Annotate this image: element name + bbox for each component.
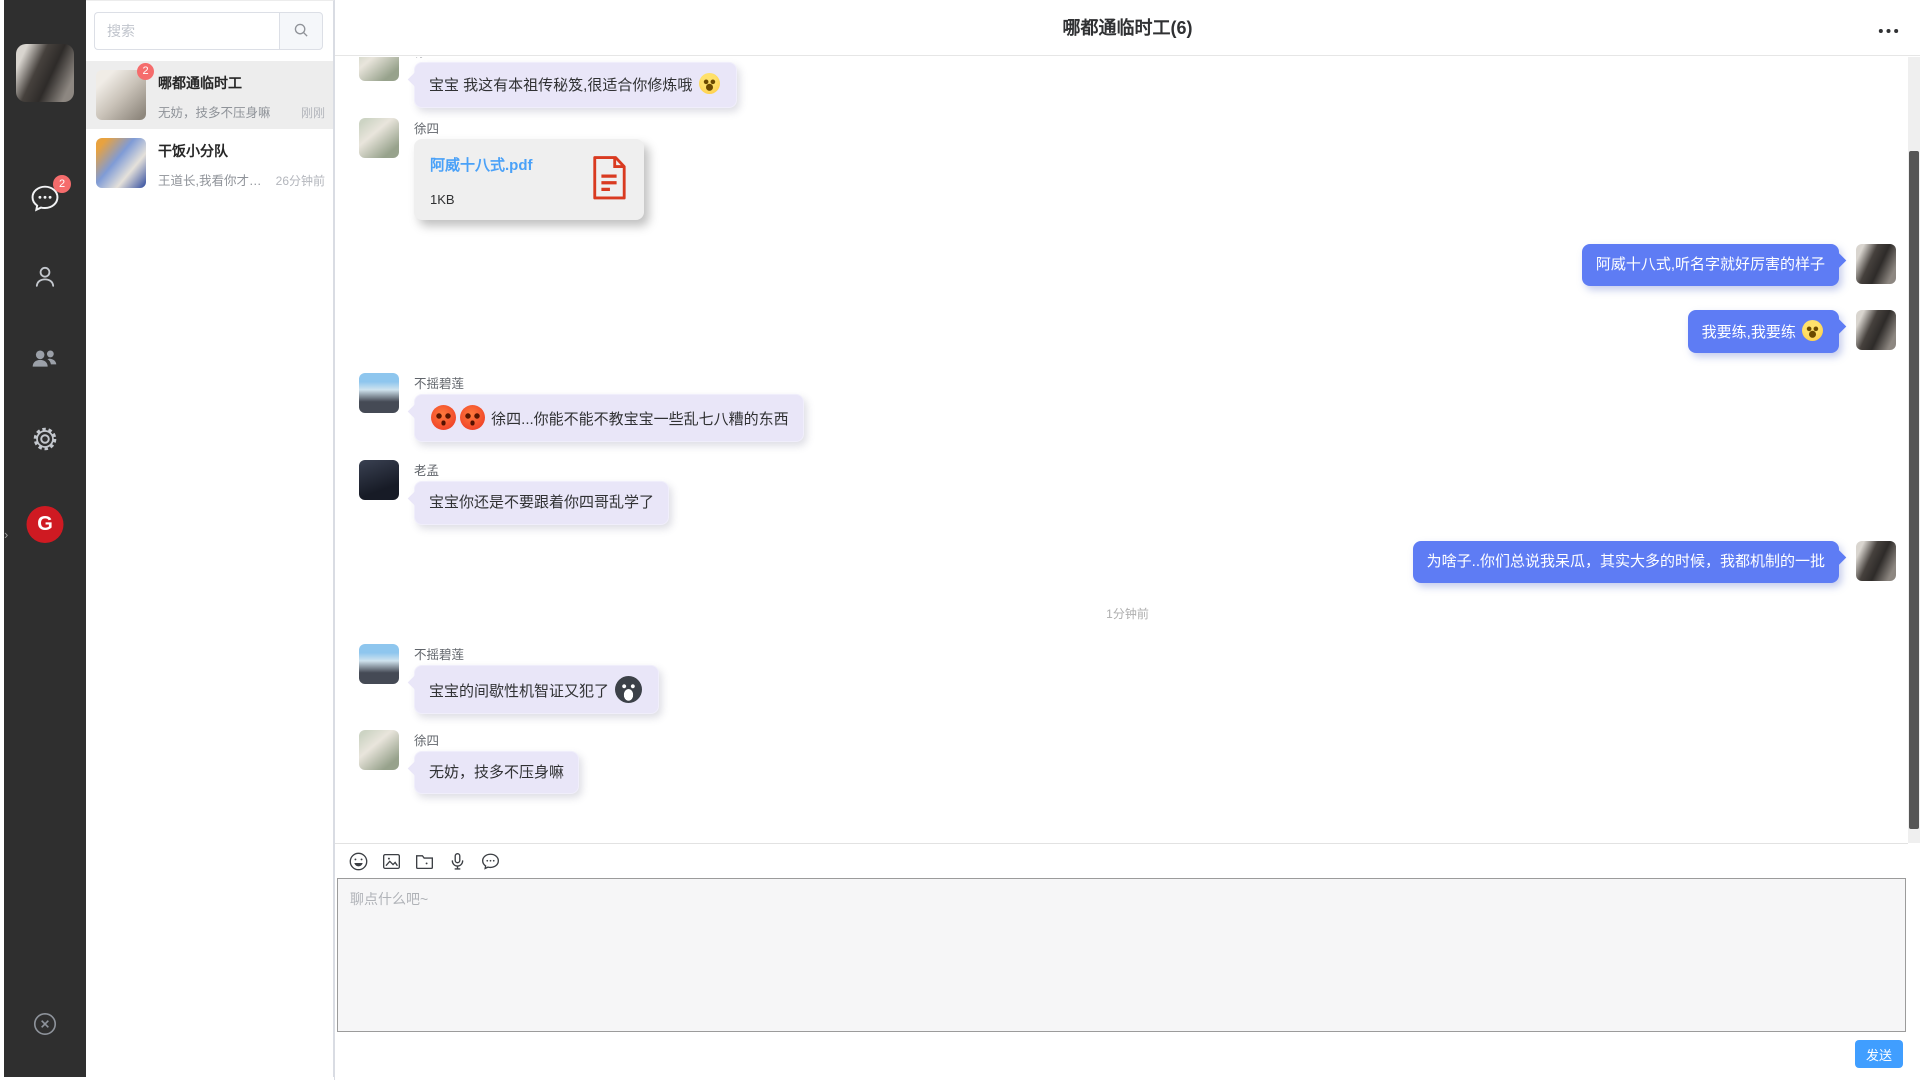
chat-title: 哪都通临时工(6) [335,0,1920,56]
message-bubble: 无妨，技多不压身嘛 [414,751,579,795]
sidebar-item-chat[interactable]: 2 [30,183,60,213]
unread-badge: 2 [137,63,154,80]
contacts-icon [31,279,59,294]
microphone-button[interactable] [447,851,468,872]
gitee-logo-icon[interactable]: G [27,506,64,543]
composer-toolbar [335,843,1908,878]
avatar [359,118,399,158]
more-menu-button[interactable] [1875,25,1902,37]
ellipsis-icon [1877,23,1900,38]
emoji-melt-icon [1802,320,1823,341]
avatar [1856,541,1896,581]
user-avatar[interactable] [16,44,74,102]
logout-close-button[interactable] [31,1010,59,1038]
avatar [359,730,399,770]
avatar [359,57,399,81]
search-button[interactable] [279,12,323,50]
chat-panel: 哪都通临时工(6) 徐四宝宝 我这有本祖传秘笈,很适合你修炼哦 徐四阿威十八式.… [334,0,1920,1080]
emoji-rage-icon [431,405,456,430]
message-bubble: 宝宝 我这有本祖传秘笈,很适合你修炼哦 [414,62,737,108]
pdf-file-icon [590,155,628,206]
send-button[interactable]: 发送 [1855,1040,1903,1068]
chat-item-texts: 干饭小分队王道长,我看你才…26分钟前 [158,138,325,188]
sidebar-item-settings[interactable] [31,425,59,453]
message-author: 徐四 [414,730,579,745]
message-received: 老孟宝宝你还是不要跟着你四哥乱学了 [359,460,1896,525]
file-size: 1KB [430,192,533,207]
message-bubble: 宝宝你还是不要跟着你四哥乱学了 [414,481,669,525]
chat-item-time: 刚刚 [301,104,325,121]
chat-item-list: 2哪都通临时工无妨，技多不压身嘛刚刚干饭小分队王道长,我看你才…26分钟前 [86,61,333,197]
settings-icon [31,441,59,456]
emoji-rage-icon [460,405,485,430]
message-input[interactable] [337,878,1906,1032]
send-row: 发送 [335,1032,1920,1080]
sidebar-item-groups[interactable] [30,344,60,372]
message-bubble: 为啥子..你们总说我呆瓜，其实大多的时候，我都机制的一批 [1413,541,1839,583]
chat-list-item[interactable]: 2哪都通临时工无妨，技多不压身嘛刚刚 [86,61,333,129]
message-author: 徐四 [414,118,644,133]
message-bubble: 徐四...你能不能不教宝宝一些乱七八糟的东西 [414,394,804,442]
chat-item-title: 干饭小分队 [158,141,325,161]
chat-header: 哪都通临时工(6) [335,0,1920,56]
search-icon [292,21,310,42]
message-author: 不摇碧莲 [414,373,804,388]
avatar [359,373,399,413]
message-bubble: 阿威十八式,听名字就好厉害的样子 [1582,244,1839,286]
file-attachment-card[interactable]: 阿威十八式.pdf 1KB [414,139,644,220]
collapse-arrow-icon[interactable]: › [4,528,8,541]
message-sent: 阿威十八式,听名字就好厉害的样子 [359,244,1896,286]
avatar [359,460,399,500]
message-file: 徐四阿威十八式.pdf 1KB [359,118,1896,220]
scrollbar-thumb[interactable] [1909,151,1919,829]
avatar [359,644,399,684]
emoji-icon [348,860,369,875]
chat-item-texts: 哪都通临时工无妨，技多不压身嘛刚刚 [158,70,325,120]
chat-icon [30,201,60,216]
emoji-hug-icon [699,73,720,94]
emoji-penguin-icon [615,676,642,703]
history-icon [480,860,501,875]
message-received: 徐四宝宝 我这有本祖传秘笈,很适合你修炼哦 [359,57,1896,108]
search-input[interactable] [94,12,279,50]
message-received: 不摇碧莲宝宝的间歇性机智证又犯了 [359,644,1896,714]
message-sent: 为啥子..你们总说我呆瓜，其实大多的时候，我都机制的一批 [359,541,1896,583]
composer [337,878,1906,1032]
folder-button[interactable] [414,851,435,872]
chat-list-panel: 2哪都通临时工无妨，技多不压身嘛刚刚干饭小分队王道长,我看你才…26分钟前 [86,0,334,1077]
file-name[interactable]: 阿威十八式.pdf [430,154,533,175]
app-window: 2 G › 2哪都通临时工无妨，技多不压身嘛刚刚干饭小分队王道长,我看你才…26… [0,0,1920,1080]
avatar [96,138,146,188]
chat-item-preview: 无妨，技多不压身嘛 [158,102,297,121]
message-timestamp: 1分钟前 [359,605,1896,622]
chat-list-item[interactable]: 干饭小分队王道长,我看你才…26分钟前 [86,129,333,197]
avatar [1856,310,1896,350]
message-sent: 我要练,我要练 [359,310,1896,354]
message-bubble: 宝宝的间歇性机智证又犯了 [414,665,659,714]
message-bubble: 我要练,我要练 [1688,310,1839,354]
chat-history-button[interactable] [480,851,501,872]
avatar [1856,244,1896,284]
groups-icon [30,360,60,375]
sidebar-item-contacts[interactable] [31,263,59,291]
chat-item-time: 26分钟前 [276,172,325,189]
message-author: 老孟 [414,460,669,475]
image-button[interactable] [381,851,402,872]
image-icon [381,860,402,875]
search-group [94,12,323,50]
chat-item-preview: 王道长,我看你才… [158,170,272,189]
avatar: 2 [96,70,146,120]
message-author: 不摇碧莲 [414,644,659,659]
message-received: 徐四无妨，技多不压身嘛 [359,730,1896,795]
unread-badge: 2 [53,175,71,193]
message-received: 不摇碧莲 徐四...你能不能不教宝宝一些乱七八糟的东西 [359,373,1896,442]
mic-icon [447,860,468,875]
emoji-button[interactable] [348,851,369,872]
message-list: 徐四宝宝 我这有本祖传秘笈,很适合你修炼哦 徐四阿威十八式.pdf1KB阿威十八… [335,57,1908,843]
chat-item-title: 哪都通临时工 [158,73,325,93]
folder-icon [414,860,435,875]
scrollbar-track[interactable] [1908,57,1920,843]
sidebar: 2 G › [0,0,86,1077]
